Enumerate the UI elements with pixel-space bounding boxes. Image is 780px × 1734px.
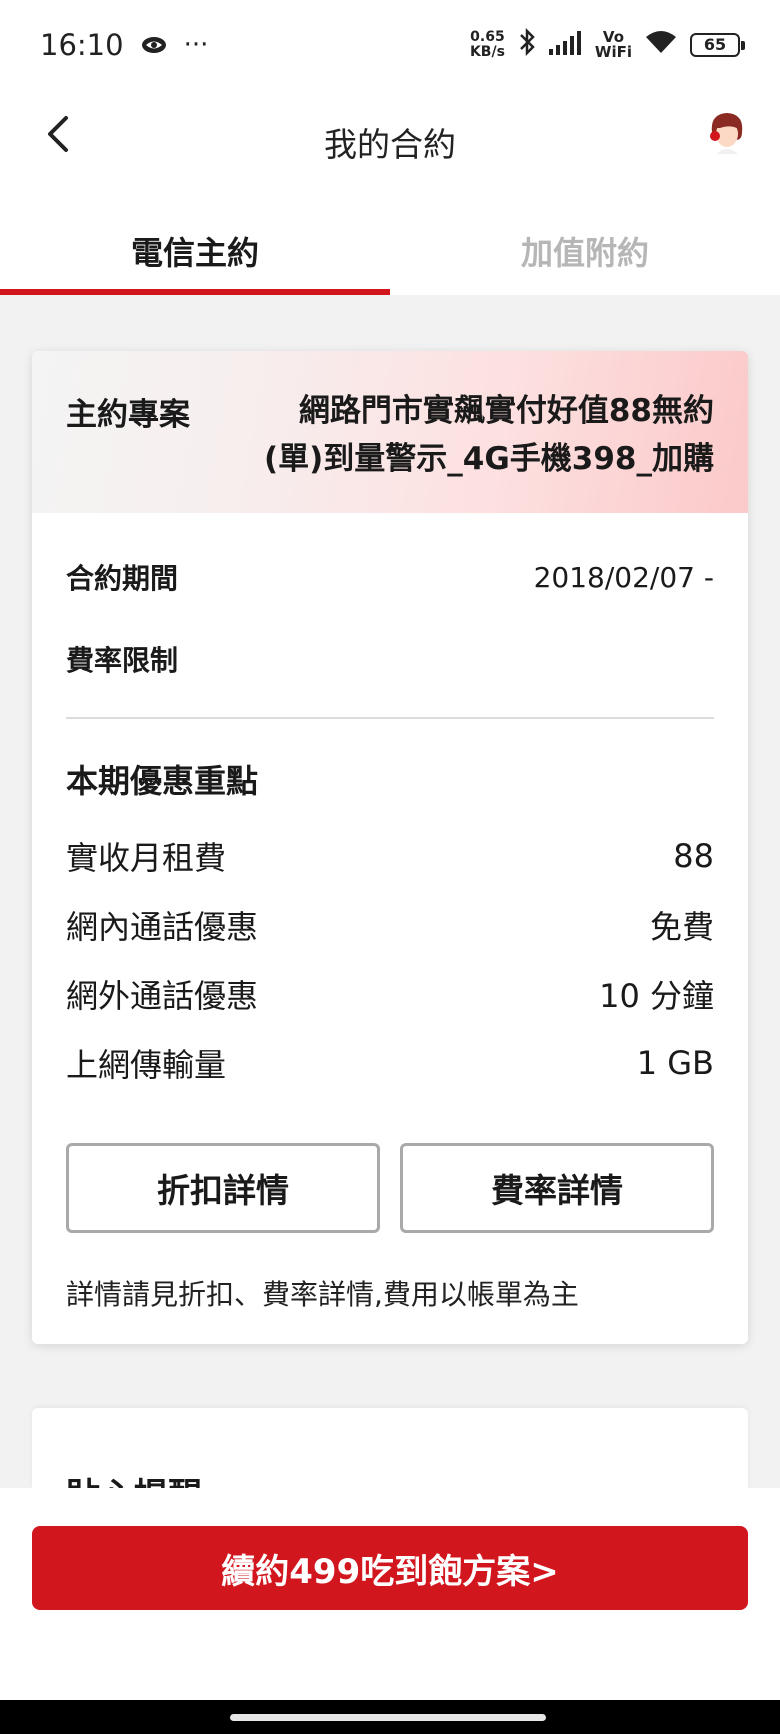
benefit-value: 88 (673, 837, 714, 875)
tab-addon-contract[interactable]: 加值附約 (390, 195, 780, 295)
detail-buttons: 折扣詳情 費率詳情 (66, 1143, 714, 1233)
status-time: 16:10 (40, 28, 124, 62)
signal-icon (548, 28, 583, 62)
vowifi-indicator: Vo WiFi (595, 30, 632, 60)
tab-bar: 電信主約 加值附約 (0, 195, 780, 295)
page-title: 我的合約 (324, 125, 456, 164)
tab-main-contract[interactable]: 電信主約 (0, 195, 390, 295)
discount-details-button[interactable]: 折扣詳情 (66, 1143, 380, 1233)
rate-limit-label: 費率限制 (66, 644, 179, 677)
wifi-icon (644, 28, 678, 62)
benefit-label: 網內通話優惠 (66, 908, 259, 946)
net-speed: 0.65 KB/s (470, 30, 505, 60)
contract-period-value: 2018/02/07 - (533, 560, 714, 594)
benefit-value: 1 GB (636, 1044, 714, 1082)
status-right: 0.65 KB/s Vo WiFi 65 (470, 27, 745, 64)
plan-name: 網路門市實飆實付好值88無約 (單)到量警示_4G手機398_加購 (244, 387, 714, 483)
notification-icon (140, 28, 168, 62)
system-nav-bar (0, 1700, 780, 1734)
contract-period-row: 合約期間 2018/02/07 - (66, 557, 714, 597)
plan-label: 主約專案 (66, 397, 190, 433)
benefit-label: 上網傳輸量 (66, 1046, 227, 1084)
benefit-value: 10 分鐘 (599, 977, 714, 1015)
renew-plan-button[interactable]: 續約499吃到飽方案> (32, 1526, 748, 1610)
more-notifications: ··· (183, 30, 209, 60)
benefit-row: 網內通話優惠 免費 (66, 902, 714, 948)
bottom-bar: 續約499吃到飽方案> (0, 1488, 780, 1700)
benefits-title: 本期優惠重點 (66, 762, 259, 800)
plan-header: 主約專案 網路門市實飆實付好值88無約 (單)到量警示_4G手機398_加購 (32, 351, 748, 513)
bluetooth-icon (517, 27, 537, 64)
divider (66, 717, 714, 719)
vowifi-wifi: WiFi (594, 43, 632, 61)
benefit-label: 實收月租費 (66, 839, 227, 877)
details-note: 詳情請見折扣、費率詳情,費用以帳單為主 (66, 1278, 579, 1311)
status-left: 16:10 ··· (40, 28, 208, 62)
app-header: 我的合約 (0, 90, 780, 195)
home-indicator[interactable] (230, 1714, 546, 1721)
contract-card: 主約專案 網路門市實飆實付好值88無約 (單)到量警示_4G手機398_加購 合… (32, 351, 748, 1344)
benefit-row: 網外通話優惠 10 分鐘 (66, 971, 714, 1017)
contract-period-label: 合約期間 (66, 562, 179, 595)
benefit-row: 上網傳輸量 1 GB (66, 1040, 714, 1086)
benefit-row: 實收月租費 88 (66, 833, 714, 879)
assistant-avatar-icon[interactable] (706, 110, 748, 156)
rate-limit-row: 費率限制 (66, 639, 714, 679)
plan-name-line1: 網路門市實飆實付好值88無約 (298, 393, 714, 429)
net-speed-value: 0.65 (470, 29, 505, 45)
benefit-label: 網外通話優惠 (66, 977, 259, 1015)
reminder-card: 貼心提醒 (32, 1408, 748, 1488)
rate-details-button[interactable]: 費率詳情 (400, 1143, 714, 1233)
benefit-value: 免費 (649, 908, 714, 946)
battery-icon: 65 (690, 33, 745, 57)
status-bar: 16:10 ··· 0.65 KB/s Vo WiFi 65 (0, 0, 780, 90)
net-speed-unit: KB/s (469, 44, 505, 60)
plan-name-line2: (單)到量警示_4G手機398_加購 (263, 441, 714, 477)
reminder-title: 貼心提醒 (66, 1468, 202, 1488)
